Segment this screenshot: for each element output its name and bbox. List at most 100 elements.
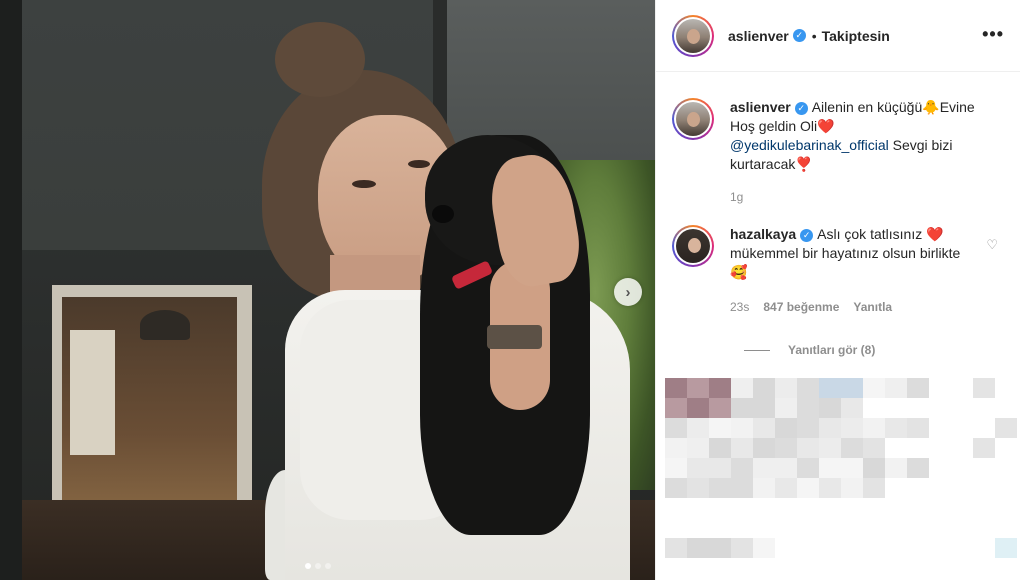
blur-tile (687, 458, 709, 478)
blur-tile (687, 378, 709, 398)
blur-tile (665, 418, 687, 438)
comment-item: hazalkaya ✓ Aslı çok tatlısınız ❤️ mükemme… (672, 225, 1004, 317)
blur-tile (775, 418, 797, 438)
blur-tile (709, 398, 731, 418)
blur-tile (753, 478, 775, 498)
caption-body: aslienver ✓ Ailenin en küçüğü🐥Evine Hoş ge… (730, 98, 980, 207)
caption: aslienver ✓ Ailenin en küçüğü🐥Evine Hoş ge… (672, 98, 1004, 207)
comment-text: Aslı çok tatlısınız (817, 226, 927, 242)
comment-text: mükemmel bir hayatınız olsun birlikte (730, 245, 961, 261)
blur-tile (731, 438, 753, 458)
next-arrow-icon[interactable]: › (614, 278, 642, 306)
blur-tile (907, 378, 929, 398)
blur-tile (995, 538, 1017, 558)
comment-avatar-image (676, 229, 710, 263)
comment-likes[interactable]: 847 beğenme (763, 298, 839, 317)
blur-tile (841, 378, 863, 398)
verified-icon: ✓ (800, 228, 814, 242)
comment-meta: 23s 847 beğenme Yanıtla (730, 298, 980, 317)
more-icon[interactable]: ••• (982, 24, 1004, 45)
blur-tile (687, 538, 709, 558)
caption-avatar[interactable] (672, 98, 714, 140)
photo-hair-bun (275, 22, 365, 97)
view-replies-label: Yanıtları gör (8) (788, 343, 876, 357)
blur-tile (709, 438, 731, 458)
blur-tile (775, 438, 797, 458)
blur-tile (753, 538, 775, 558)
carousel-dot (325, 563, 331, 569)
blur-tile (753, 438, 775, 458)
carousel-dot (315, 563, 321, 569)
blur-tile (863, 478, 885, 498)
blur-tile (885, 458, 907, 478)
blur-tile (709, 478, 731, 498)
photo-eye (352, 180, 376, 188)
blur-tile (665, 438, 687, 458)
blur-tile (797, 478, 819, 498)
separator-dot: • (811, 27, 817, 44)
view-replies-button[interactable]: Yanıtları gör (8) (744, 343, 1004, 357)
blur-tile (819, 478, 841, 498)
caption-username[interactable]: aslienver (730, 99, 791, 115)
blur-tile (775, 398, 797, 418)
photo-dog-nose (432, 205, 454, 223)
blur-tile (687, 478, 709, 498)
blur-tile (863, 438, 885, 458)
blur-tile (797, 378, 819, 398)
blur-tile (841, 478, 863, 498)
blur-tile (665, 378, 687, 398)
blur-tile (709, 378, 731, 398)
author-avatar-image (676, 18, 710, 53)
blur-tile (841, 398, 863, 418)
blur-tile (687, 438, 709, 458)
comment-avatar[interactable] (672, 225, 714, 267)
blur-tile (665, 478, 687, 498)
heart-outline-icon[interactable]: ♡ (986, 237, 998, 253)
blur-tile (665, 398, 687, 418)
blur-tile (907, 458, 929, 478)
photo-door-panel (70, 330, 115, 455)
blur-tile (797, 418, 819, 438)
blur-tile (731, 378, 753, 398)
blur-tile (819, 458, 841, 478)
blur-tile (797, 438, 819, 458)
comments-list: aslienver ✓ Ailenin en küçüğü🐥Evine Hoş ge… (656, 98, 1020, 357)
blur-tile (665, 538, 687, 558)
author-avatar[interactable] (672, 14, 714, 57)
post-photo[interactable]: › (0, 0, 655, 580)
comment-timestamp[interactable]: 23s (730, 298, 749, 317)
heart-emoji: ❤️ (926, 226, 944, 242)
replies-divider (744, 349, 770, 351)
blur-tile (665, 458, 687, 478)
caption-mention-link[interactable]: @yedikulebarinak_official (730, 137, 889, 153)
blur-tile (753, 398, 775, 418)
verified-icon: ✓ (794, 101, 808, 115)
blur-tile (863, 418, 885, 438)
carousel-dot (305, 563, 311, 569)
verified-icon: ✓ (792, 29, 806, 42)
blur-tile (885, 378, 907, 398)
blur-tile (885, 418, 907, 438)
blur-tile (797, 398, 819, 418)
blur-tile (797, 458, 819, 478)
comment-username[interactable]: hazalkaya (730, 226, 796, 242)
comment-body: hazalkaya ✓ Aslı çok tatlısınız ❤️ mükemme… (730, 225, 980, 317)
blur-tile (687, 418, 709, 438)
blur-tile (753, 418, 775, 438)
blur-tile (775, 378, 797, 398)
blur-tile (841, 438, 863, 458)
blur-tile (709, 418, 731, 438)
smiling-hearts-emoji: 🥰 (730, 264, 748, 280)
caption-timestamp[interactable]: 1g (730, 188, 980, 207)
blur-tile (731, 398, 753, 418)
author-username[interactable]: aslienver (728, 28, 789, 44)
blur-tile (731, 538, 753, 558)
blur-tile (709, 538, 731, 558)
follow-status-button[interactable]: Takiptesin (822, 28, 890, 44)
blur-tile (995, 418, 1017, 438)
reply-button[interactable]: Yanıtla (853, 298, 892, 317)
blur-tile (819, 398, 841, 418)
carousel-dots (305, 563, 331, 569)
photo-left-frame (0, 0, 22, 580)
post-header: aslienver ✓ • Takiptesin ••• (656, 0, 1020, 72)
